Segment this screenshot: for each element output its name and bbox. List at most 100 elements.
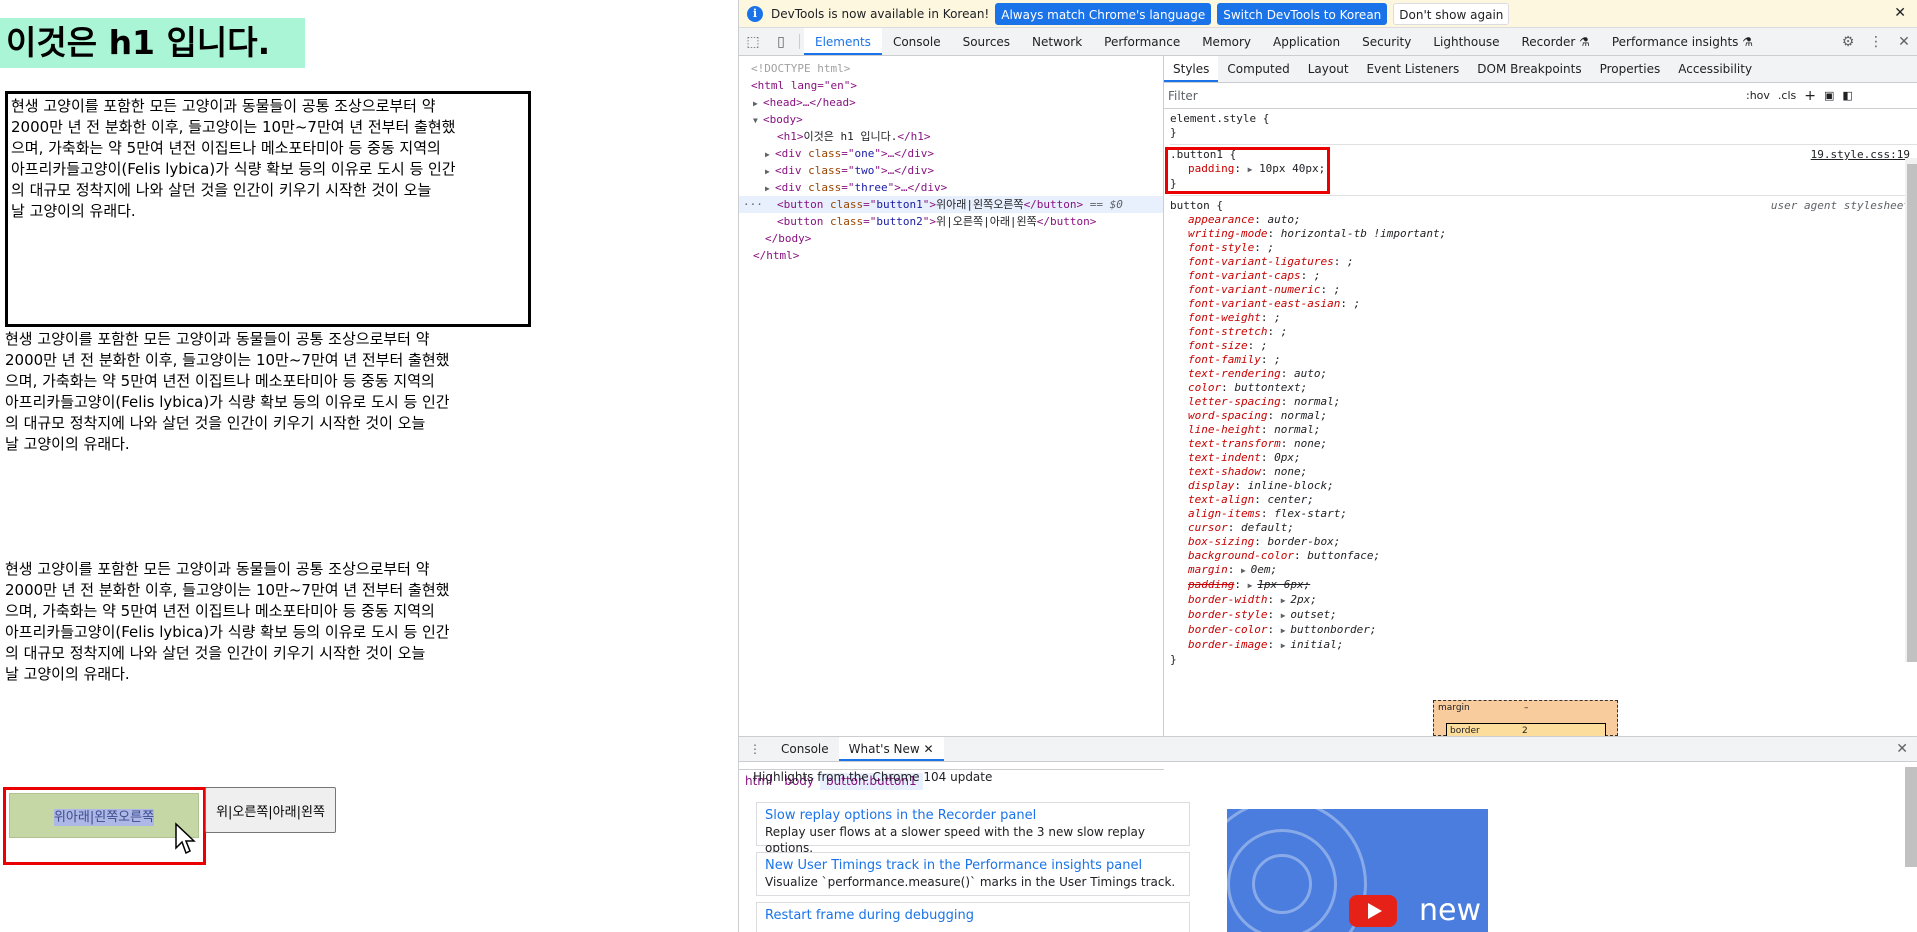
- element-style-rule[interactable]: element.style { }: [1170, 109, 1917, 145]
- prop-value[interactable]: ;: [1281, 325, 1288, 338]
- tab-styles[interactable]: Styles: [1164, 56, 1219, 82]
- prop-value[interactable]: outset;: [1290, 608, 1336, 621]
- prop-value[interactable]: normal;: [1274, 423, 1320, 436]
- close-devtools-icon[interactable]: ✕: [1890, 34, 1917, 50]
- prop-value[interactable]: 1px 6px;: [1257, 578, 1310, 591]
- inspect-element-icon[interactable]: ⬚: [739, 28, 767, 55]
- expand-triangle-icon[interactable]: ▶: [765, 146, 775, 163]
- prop-name[interactable]: font-weight: [1188, 311, 1261, 324]
- prop-value[interactable]: buttonface;: [1307, 549, 1380, 562]
- dom-doctype[interactable]: <!DOCTYPE html>: [739, 60, 1163, 77]
- whats-new-card[interactable]: Restart frame during debugging: [756, 902, 1190, 932]
- ua-declaration[interactable]: font-weight: ;: [1170, 311, 1917, 325]
- card-title-link[interactable]: New User Timings track in the Performanc…: [765, 857, 1181, 874]
- tab-layout[interactable]: Layout: [1299, 56, 1358, 82]
- ua-declaration[interactable]: letter-spacing: normal;: [1170, 395, 1917, 409]
- ua-button-rule[interactable]: button { user agent stylesheet appearanc…: [1170, 196, 1917, 669]
- prop-value[interactable]: ;: [1267, 241, 1274, 254]
- ua-declaration[interactable]: font-stretch: ;: [1170, 325, 1917, 339]
- drawer-tab-console[interactable]: Console: [771, 737, 839, 761]
- card-title-link[interactable]: Restart frame during debugging: [765, 907, 1181, 924]
- prop-value[interactable]: ;: [1274, 311, 1281, 324]
- ua-declaration[interactable]: border-image: ▶ initial;: [1170, 638, 1917, 653]
- computed-styles-icon[interactable]: ▣: [1824, 89, 1834, 102]
- prop-name[interactable]: text-align: [1188, 493, 1254, 506]
- device-toolbar-icon[interactable]: ▯: [767, 28, 795, 55]
- close-drawer-icon[interactable]: ✕: [1896, 741, 1908, 757]
- expand-triangle-icon[interactable]: ▶: [1248, 581, 1258, 590]
- ua-declaration[interactable]: font-family: ;: [1170, 353, 1917, 367]
- switch-korean-button[interactable]: Switch DevTools to Korean: [1217, 2, 1388, 25]
- expand-triangle-icon[interactable]: ▶: [1281, 611, 1291, 620]
- expand-triangle-icon[interactable]: ▶: [765, 163, 775, 180]
- ua-declaration[interactable]: align-items: flex-start;: [1170, 507, 1917, 521]
- ua-declaration[interactable]: text-align: center;: [1170, 493, 1917, 507]
- class-toggle[interactable]: .cls: [1778, 89, 1796, 102]
- prop-name[interactable]: background-color: [1188, 549, 1294, 562]
- ua-declaration[interactable]: line-height: normal;: [1170, 423, 1917, 437]
- close-tab-icon[interactable]: ✕: [924, 742, 934, 756]
- prop-value[interactable]: flex-start;: [1274, 507, 1347, 520]
- dom-h1[interactable]: <h1>이것은 h1 입니다.</h1>: [739, 128, 1163, 145]
- dom-button1-selected[interactable]: ··· <button class="button1">위아래|왼쪽오른쪽</bu…: [739, 196, 1163, 213]
- tab-performance[interactable]: Performance: [1093, 28, 1191, 55]
- prop-name[interactable]: margin: [1188, 563, 1228, 576]
- prop-value[interactable]: ;: [1354, 297, 1361, 310]
- prop-name[interactable]: border-color: [1188, 623, 1267, 636]
- prop-name[interactable]: text-rendering: [1188, 367, 1281, 380]
- dom-head[interactable]: ▶ <head>…</head>: [739, 94, 1163, 111]
- tab-application[interactable]: Application: [1262, 28, 1351, 55]
- ua-declaration[interactable]: margin: ▶ 0em;: [1170, 563, 1917, 578]
- drawer-scrollbar-thumb[interactable]: [1905, 767, 1917, 867]
- ua-declaration[interactable]: appearance: auto;: [1170, 213, 1917, 227]
- tab-network[interactable]: Network: [1021, 28, 1093, 55]
- prop-value[interactable]: initial;: [1290, 638, 1343, 651]
- expand-triangle-icon[interactable]: ▶: [1281, 626, 1291, 635]
- button1[interactable]: 위아래|왼쪽오른쪽: [9, 793, 199, 838]
- ua-declaration[interactable]: background-color: buttonface;: [1170, 549, 1917, 563]
- prop-value[interactable]: none;: [1294, 437, 1327, 450]
- ua-declaration[interactable]: cursor: default;: [1170, 521, 1917, 535]
- prop-value[interactable]: center;: [1267, 493, 1313, 506]
- tab-computed[interactable]: Computed: [1218, 56, 1298, 82]
- prop-name[interactable]: text-indent: [1188, 451, 1261, 464]
- expand-triangle-icon[interactable]: ▶: [1281, 596, 1291, 605]
- button1-source-link[interactable]: 19.style.css:19: [1811, 148, 1910, 162]
- prop-name[interactable]: text-shadow: [1188, 465, 1261, 478]
- ua-declaration[interactable]: font-variant-caps: ;: [1170, 269, 1917, 283]
- border-value[interactable]: 2: [1522, 726, 1528, 736]
- ua-declaration[interactable]: font-variant-ligatures: ;: [1170, 255, 1917, 269]
- ua-declaration[interactable]: text-shadow: none;: [1170, 465, 1917, 479]
- collapse-triangle-icon[interactable]: ▼: [753, 112, 763, 129]
- ua-declaration[interactable]: font-size: ;: [1170, 339, 1917, 353]
- ua-declaration[interactable]: text-rendering: auto;: [1170, 367, 1917, 381]
- prop-name[interactable]: line-height: [1188, 423, 1261, 436]
- prop-value[interactable]: 0px;: [1274, 451, 1301, 464]
- prop-name[interactable]: font-family: [1188, 353, 1261, 366]
- ua-declaration[interactable]: text-indent: 0px;: [1170, 451, 1917, 465]
- prop-name[interactable]: font-stretch: [1188, 325, 1267, 338]
- prop-name[interactable]: text-transform: [1188, 437, 1281, 450]
- ua-declaration[interactable]: text-transform: none;: [1170, 437, 1917, 451]
- prop-name[interactable]: letter-spacing: [1188, 395, 1281, 408]
- prop-value[interactable]: auto;: [1267, 213, 1300, 226]
- prop-name[interactable]: display: [1188, 479, 1234, 492]
- more-dots-icon[interactable]: ···: [743, 196, 763, 213]
- tab-event-listeners[interactable]: Event Listeners: [1358, 56, 1469, 82]
- prop-name[interactable]: box-sizing: [1188, 535, 1254, 548]
- prop-value[interactable]: ;: [1347, 255, 1354, 268]
- tab-sources[interactable]: Sources: [952, 28, 1021, 55]
- prop-value[interactable]: inline-block;: [1248, 479, 1334, 492]
- button2[interactable]: 위|오른쪽|아래|왼쪽: [205, 787, 336, 833]
- dont-show-again-button[interactable]: Don't show again: [1393, 2, 1510, 25]
- prop-value[interactable]: buttonborder;: [1290, 623, 1376, 636]
- tab-accessibility[interactable]: Accessibility: [1669, 56, 1761, 82]
- prop-value[interactable]: default;: [1241, 521, 1294, 534]
- prop-value[interactable]: 2px;: [1290, 593, 1317, 606]
- prop-name[interactable]: border-style: [1188, 608, 1267, 621]
- prop-name[interactable]: word-spacing: [1188, 409, 1267, 422]
- prop-value[interactable]: normal;: [1281, 409, 1327, 422]
- tab-security[interactable]: Security: [1351, 28, 1422, 55]
- styles-scrollbar-thumb[interactable]: [1907, 164, 1917, 662]
- expand-triangle-icon[interactable]: ▶: [1281, 641, 1291, 650]
